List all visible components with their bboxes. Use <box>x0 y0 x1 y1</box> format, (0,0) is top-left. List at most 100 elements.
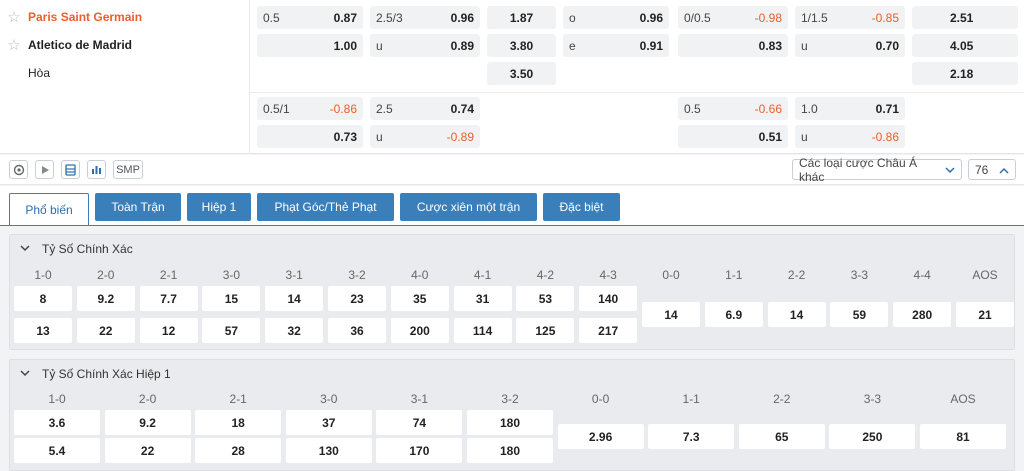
home-score-odds[interactable]: 74 <box>376 410 463 435</box>
tab-popular[interactable]: Phổ biến <box>9 193 89 226</box>
h1-1x2-draw-cell[interactable]: 2.18 <box>912 62 1018 85</box>
odds-value: 3.50 <box>509 66 534 81</box>
away-score-odds[interactable]: 130 <box>285 438 372 463</box>
ft-ou-under-cell[interactable]: u 0.89 <box>370 34 480 57</box>
away-score-odds[interactable]: 32 <box>265 318 324 343</box>
odds-value: 0.70 <box>875 38 899 53</box>
row-divider <box>250 92 1024 93</box>
tab-specials[interactable]: Đặc biệt <box>543 193 620 221</box>
home-score-odds[interactable]: 23 <box>328 286 386 311</box>
tab-same-game-parlay[interactable]: Cược xiên một trận <box>400 193 537 221</box>
h1-ou2-over-cell[interactable]: 1.0 0.71 <box>795 97 905 120</box>
score-header: 1-0 <box>48 392 66 406</box>
ft-ou2-over-cell[interactable]: 2.5 0.74 <box>370 97 480 120</box>
stats-icon[interactable] <box>9 160 28 179</box>
away-score-odds[interactable]: 12 <box>139 318 198 343</box>
home-score-odds[interactable]: 53 <box>516 286 575 311</box>
draw-score-odds[interactable]: 7.3 <box>648 424 735 449</box>
draw-score-odds[interactable]: 280 <box>893 302 952 327</box>
score-header: 3-2 <box>501 392 519 406</box>
home-score-odds[interactable]: 180 <box>467 410 553 435</box>
home-score-odds[interactable]: 8 <box>14 286 72 311</box>
draw-score-odds[interactable]: 21 <box>956 302 1014 327</box>
score-header: 0-0 <box>662 268 680 282</box>
h1-1x2-away-cell[interactable]: 4.05 <box>912 34 1018 57</box>
star-icon[interactable]: ☆ <box>0 8 28 26</box>
draw-score-odds[interactable]: 59 <box>830 302 889 327</box>
draw-score-odds[interactable]: 81 <box>920 424 1006 449</box>
draw-score-odds[interactable]: 65 <box>738 424 825 449</box>
away-score-odds[interactable]: 28 <box>195 438 282 463</box>
smp-button[interactable]: SMP <box>113 160 143 179</box>
away-score-odds[interactable]: 180 <box>467 438 553 463</box>
market-count-toggle[interactable]: 76 <box>968 159 1016 180</box>
ft-1x2-draw-cell[interactable]: 3.50 <box>487 62 556 85</box>
draw-score-odds[interactable]: 250 <box>829 424 916 449</box>
ft-odd-cell[interactable]: o 0.96 <box>563 6 669 29</box>
away-score-odds[interactable]: 114 <box>453 318 512 343</box>
h1-ou2-under-cell[interactable]: u -0.86 <box>795 125 905 148</box>
ou-line: 2.5/3 <box>376 10 403 25</box>
h1-ou-over-cell[interactable]: 1/1.5 -0.85 <box>795 6 905 29</box>
tab-first-half[interactable]: Hiệp 1 <box>187 193 251 221</box>
away-score-odds[interactable]: 5.4 <box>14 438 100 463</box>
h1-hdp-home-cell[interactable]: 0/0.5 -0.98 <box>678 6 788 29</box>
away-score-odds[interactable]: 170 <box>376 438 463 463</box>
under-label: u <box>801 38 808 53</box>
play-icon[interactable] <box>35 160 54 179</box>
draw-score-odds[interactable]: 14 <box>767 302 826 327</box>
home-score-odds[interactable]: 7.7 <box>139 286 198 311</box>
ft-hdp2-away-cell[interactable]: 0.73 <box>257 125 363 148</box>
list-icon[interactable] <box>61 160 80 179</box>
tab-corners-cards[interactable]: Phạt Góc/Thẻ Phạt <box>257 193 394 221</box>
away-score-odds[interactable]: 125 <box>516 318 575 343</box>
draw-score-odds[interactable]: 14 <box>642 302 700 327</box>
ft-ou2-under-cell[interactable]: u -0.89 <box>370 125 480 148</box>
away-score-odds[interactable]: 36 <box>328 318 386 343</box>
away-score-odds[interactable]: 57 <box>202 318 261 343</box>
away-score-odds[interactable]: 217 <box>579 318 638 343</box>
home-score-odds[interactable]: 14 <box>265 286 324 311</box>
home-score-odds[interactable]: 140 <box>579 286 638 311</box>
ft-even-cell[interactable]: e 0.91 <box>563 34 669 57</box>
home-score-odds[interactable]: 3.6 <box>14 410 100 435</box>
draw-score-odds[interactable]: 6.9 <box>704 302 763 327</box>
chevron-up-icon <box>999 163 1009 177</box>
away-score-odds[interactable]: 22 <box>104 438 191 463</box>
odds-value: 0.87 <box>333 10 357 25</box>
ft-hdp-home-cell[interactable]: 0.5 0.87 <box>257 6 363 29</box>
h1-1x2-home-cell[interactable]: 2.51 <box>912 6 1018 29</box>
h1-hdp-away-cell[interactable]: 0.83 <box>678 34 788 57</box>
draw-score-odds[interactable]: 2.96 <box>557 424 644 449</box>
home-score-odds[interactable]: 9.2 <box>76 286 135 311</box>
home-score-odds[interactable]: 37 <box>285 410 372 435</box>
away-score-odds[interactable]: 200 <box>390 318 449 343</box>
odds-value: 1.00 <box>333 38 357 53</box>
ft-hdp-away-cell[interactable]: 1.00 <box>257 34 363 57</box>
home-score-odds[interactable]: 18 <box>195 410 282 435</box>
panel-title: Tỷ Số Chính Xác <box>42 242 133 256</box>
panel-header[interactable]: Tỷ Số Chính Xác <box>20 242 133 256</box>
home-score-odds[interactable]: 15 <box>202 286 261 311</box>
home-score-odds[interactable]: 31 <box>453 286 512 311</box>
h1-ou-under-cell[interactable]: u 0.70 <box>795 34 905 57</box>
ft-ou-over-cell[interactable]: 2.5/3 0.96 <box>370 6 480 29</box>
home-score-odds[interactable]: 35 <box>390 286 449 311</box>
panel-header[interactable]: Tỷ Số Chính Xác Hiệp 1 <box>20 367 171 381</box>
ft-1x2-away-cell[interactable]: 3.80 <box>487 34 556 57</box>
bar-chart-icon[interactable] <box>87 160 106 179</box>
market-select[interactable]: Các loại cược Châu Á khác <box>792 156 962 184</box>
tab-fulltime[interactable]: Toàn Trận <box>95 193 181 221</box>
score-header: 4-0 <box>411 268 429 282</box>
score-header: 3-2 <box>348 268 366 282</box>
h1-hdp2-home-cell[interactable]: 0.5 -0.66 <box>678 97 788 120</box>
ft-hdp2-home-cell[interactable]: 0.5/1 -0.86 <box>257 97 363 120</box>
star-icon[interactable]: ☆ <box>0 36 28 54</box>
home-score-odds[interactable]: 9.2 <box>104 410 191 435</box>
away-score-odds[interactable]: 22 <box>76 318 135 343</box>
correct-score-h1-panel: Tỷ Số Chính Xác Hiệp 1 1-0 3.6 5.4 2-0 9.2 22… <box>9 359 1015 471</box>
toolbar: SMP Các loại cược Châu Á khác 76 <box>0 155 1024 185</box>
h1-hdp2-away-cell[interactable]: 0.51 <box>678 125 788 148</box>
away-score-odds[interactable]: 13 <box>14 318 72 343</box>
ft-1x2-home-cell[interactable]: 1.87 <box>487 6 556 29</box>
